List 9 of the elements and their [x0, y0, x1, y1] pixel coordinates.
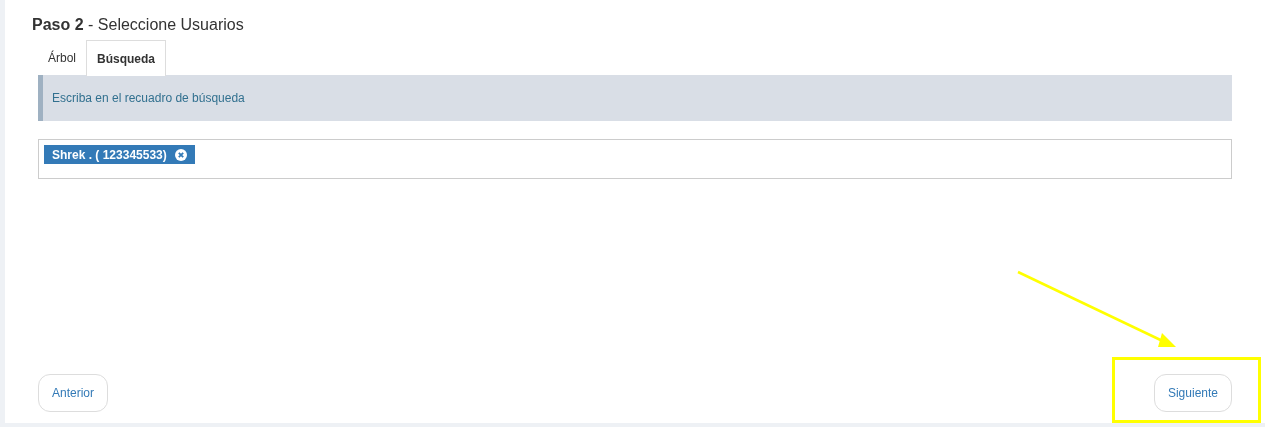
next-button[interactable]: Siguiente — [1153, 374, 1232, 412]
tab[interactable]: Árbol — [38, 40, 86, 75]
user-tag-label: Shrek . ( 123345533) — [52, 146, 167, 164]
step-title: Paso 2 - Seleccione Usuarios — [32, 15, 245, 35]
previous-button[interactable]: Anterior — [38, 374, 109, 412]
user-search-field[interactable]: Shrek . ( 123345533) — [38, 139, 1232, 179]
info-alert: Escriba en el recuadro de búsqueda — [38, 75, 1232, 121]
tab[interactable]: Búsqueda — [86, 40, 167, 76]
remove-icon[interactable] — [174, 148, 187, 161]
